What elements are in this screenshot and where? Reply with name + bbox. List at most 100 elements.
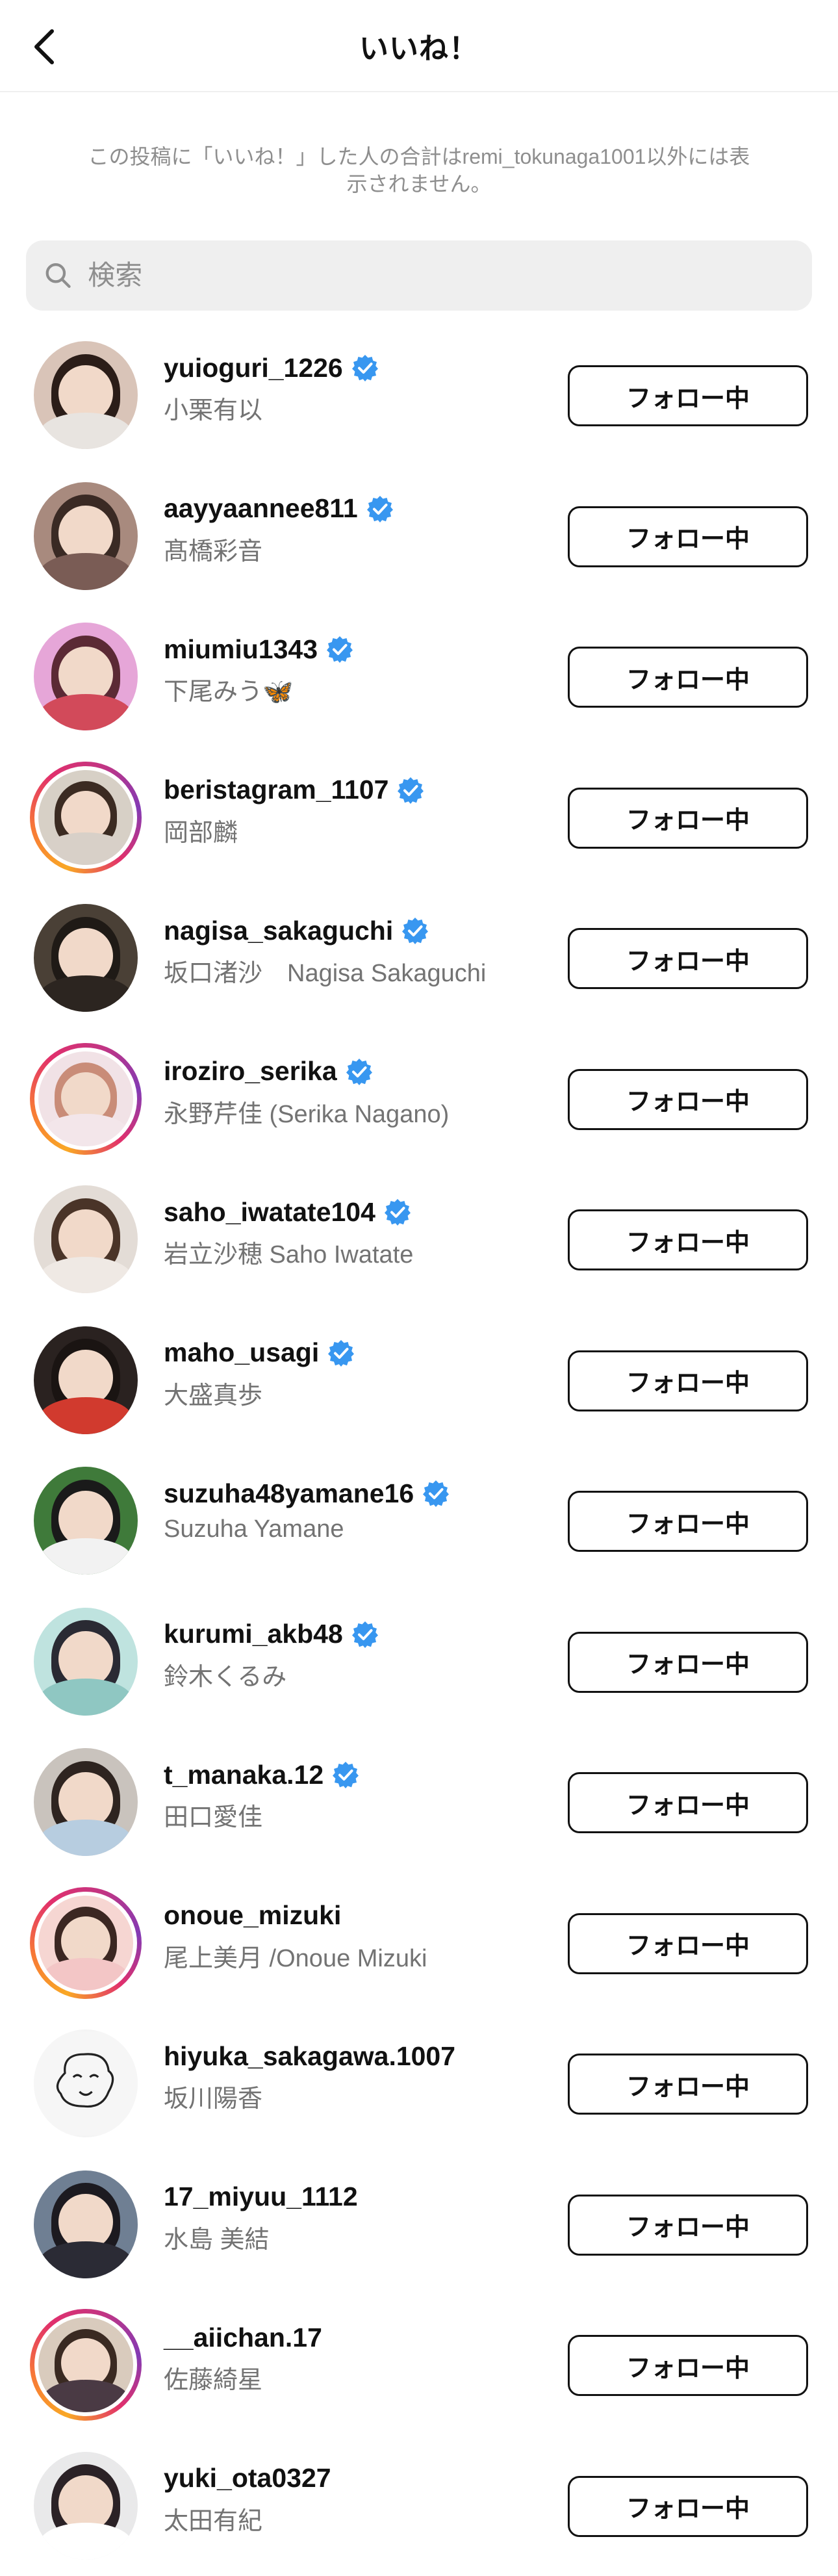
username[interactable]: 17_miyuu_1112 bbox=[164, 2182, 358, 2212]
profile-photo bbox=[34, 1185, 138, 1293]
profile-photo bbox=[34, 2029, 138, 2137]
user-row[interactable]: kurumi_akb48 鈴木くるみ フォロー中 bbox=[0, 1591, 838, 1732]
following-button[interactable]: フォロー中 bbox=[568, 1632, 808, 1693]
username[interactable]: onoue_mizuki bbox=[164, 1900, 341, 1931]
following-button[interactable]: フォロー中 bbox=[568, 365, 808, 426]
following-button[interactable]: フォロー中 bbox=[568, 788, 808, 849]
avatar[interactable] bbox=[30, 1606, 142, 1718]
profile-photo bbox=[34, 482, 138, 590]
avatar[interactable] bbox=[30, 902, 142, 1014]
username[interactable]: maho_usagi bbox=[164, 1337, 319, 1368]
user-info: onoue_mizuki尾上美月 /Onoue Mizuki bbox=[164, 1896, 427, 1974]
user-row[interactable]: maho_usagi大盛真歩フォロー中 bbox=[0, 1310, 838, 1451]
user-row[interactable]: aayyaannee811髙橋彩音フォロー中 bbox=[0, 466, 838, 607]
following-button[interactable]: フォロー中 bbox=[568, 647, 808, 708]
search-bar[interactable] bbox=[26, 240, 812, 311]
following-button[interactable]: フォロー中 bbox=[568, 2195, 808, 2256]
top-bar: いいね！ bbox=[0, 0, 838, 92]
following-button[interactable]: フォロー中 bbox=[568, 1350, 808, 1411]
avatar[interactable] bbox=[30, 339, 142, 451]
user-row[interactable]: __aiichan.17佐藤綺星 フォロー中 bbox=[0, 2295, 838, 2436]
user-row[interactable]: saho_iwatate104 岩立沙穂 Saho Iwatate フォロー中 bbox=[0, 1169, 838, 1310]
profile-photo bbox=[34, 1608, 138, 1716]
search-icon bbox=[44, 261, 72, 290]
username[interactable]: saho_iwatate104 bbox=[164, 1197, 375, 1228]
avatar[interactable] bbox=[30, 2450, 142, 2562]
user-info: miumiu1343下尾みう🦋 bbox=[164, 630, 354, 707]
avatar[interactable] bbox=[30, 762, 142, 873]
following-button[interactable]: フォロー中 bbox=[568, 1209, 808, 1270]
full-name: 坂川陽香 bbox=[164, 2078, 455, 2114]
user-row[interactable]: iroziro_serika 永野芹佳 (Serika Nagano) フォロー中 bbox=[0, 1029, 838, 1170]
username[interactable]: yuioguri_1226 bbox=[164, 353, 343, 383]
visibility-notice: この投稿に「いいね！」した人の合計はremi_tokunaga1001以外には表… bbox=[88, 143, 750, 198]
user-info: __aiichan.17佐藤綺星 bbox=[164, 2318, 322, 2395]
liked-users-list: yuioguri_1226小栗有以フォロー中aayyaannee811髙橋彩音フ… bbox=[0, 325, 838, 2576]
avatar[interactable] bbox=[30, 1887, 142, 1999]
full-name: 坂口渚沙 Nagisa Sakaguchi bbox=[164, 953, 486, 988]
following-button[interactable]: フォロー中 bbox=[568, 2476, 808, 2537]
chevron-left-icon bbox=[31, 29, 57, 65]
full-name: 岡部麟 bbox=[164, 812, 425, 848]
username[interactable]: beristagram_1107 bbox=[164, 775, 388, 805]
avatar[interactable] bbox=[30, 1465, 142, 1577]
avatar[interactable] bbox=[30, 1043, 142, 1155]
search-input[interactable] bbox=[86, 259, 794, 292]
full-name: 岩立沙穂 Saho Iwatate bbox=[164, 1234, 413, 1270]
profile-photo bbox=[38, 2317, 133, 2412]
following-button[interactable]: フォロー中 bbox=[568, 506, 808, 567]
avatar[interactable] bbox=[30, 621, 142, 732]
user-row[interactable]: 17_miyuu_1112 水島 美結 フォロー中 bbox=[0, 2154, 838, 2295]
following-button[interactable]: フォロー中 bbox=[568, 2335, 808, 2396]
username[interactable]: aayyaannee811 bbox=[164, 493, 358, 524]
user-row[interactable]: yuki_ota0327 太田有紀 フォロー中 bbox=[0, 2436, 838, 2576]
username[interactable]: yuki_ota0327 bbox=[164, 2463, 331, 2493]
avatar[interactable] bbox=[30, 2028, 142, 2139]
verified-badge-icon bbox=[383, 1198, 412, 1226]
username[interactable]: kurumi_akb48 bbox=[164, 1619, 343, 1649]
profile-photo bbox=[34, 341, 138, 449]
user-row[interactable]: hiyuka_sakagawa.1007 坂川陽香 フォロー中 bbox=[0, 2013, 838, 2154]
full-name: 永野芹佳 (Serika Nagano) bbox=[164, 1094, 449, 1129]
verified-badge-icon bbox=[327, 1339, 355, 1367]
following-button[interactable]: フォロー中 bbox=[568, 1772, 808, 1833]
verified-badge-icon bbox=[401, 916, 429, 945]
profile-photo bbox=[34, 2170, 138, 2278]
verified-badge-icon bbox=[351, 354, 379, 382]
username[interactable]: iroziro_serika bbox=[164, 1056, 337, 1087]
full-name: 太田有紀 bbox=[164, 2501, 331, 2536]
avatar[interactable] bbox=[30, 2309, 142, 2421]
username[interactable]: nagisa_sakaguchi bbox=[164, 916, 393, 946]
avatar[interactable] bbox=[30, 2169, 142, 2280]
user-row[interactable]: beristagram_1107 岡部麟 フォロー中 bbox=[0, 747, 838, 888]
full-name: 水島 美結 bbox=[164, 2219, 358, 2255]
user-row[interactable]: t_manaka.12田口愛佳フォロー中 bbox=[0, 1732, 838, 1873]
user-row[interactable]: miumiu1343下尾みう🦋 フォロー中 bbox=[0, 606, 838, 747]
profile-photo bbox=[38, 770, 133, 865]
profile-photo bbox=[38, 1051, 133, 1146]
full-name: 鈴木くるみ bbox=[164, 1656, 379, 1692]
following-button[interactable]: フォロー中 bbox=[568, 1069, 808, 1130]
profile-photo bbox=[34, 1748, 138, 1856]
back-button[interactable] bbox=[25, 27, 64, 66]
username[interactable]: t_manaka.12 bbox=[164, 1760, 324, 1790]
avatar[interactable] bbox=[30, 1324, 142, 1436]
username[interactable]: __aiichan.17 bbox=[164, 2323, 322, 2353]
username[interactable]: hiyuka_sakagawa.1007 bbox=[164, 2041, 455, 2072]
avatar[interactable] bbox=[30, 1746, 142, 1858]
following-button[interactable]: フォロー中 bbox=[568, 2054, 808, 2115]
user-row[interactable]: onoue_mizuki尾上美月 /Onoue Mizuki フォロー中 bbox=[0, 1873, 838, 2014]
following-button[interactable]: フォロー中 bbox=[568, 1913, 808, 1974]
profile-photo bbox=[34, 2452, 138, 2560]
avatar[interactable] bbox=[30, 1183, 142, 1295]
user-row[interactable]: yuioguri_1226 小栗有以 フォロー中 bbox=[0, 325, 838, 466]
username[interactable]: miumiu1343 bbox=[164, 634, 318, 665]
full-name: 小栗有以 bbox=[164, 390, 379, 426]
avatar[interactable] bbox=[30, 480, 142, 592]
user-row[interactable]: suzuha48yamane16Suzuha Yamaneフォロー中 bbox=[0, 1450, 838, 1591]
following-button[interactable]: フォロー中 bbox=[568, 1491, 808, 1552]
profile-photo bbox=[34, 1326, 138, 1434]
username[interactable]: suzuha48yamane16 bbox=[164, 1478, 414, 1509]
user-row[interactable]: nagisa_sakaguchi 坂口渚沙 Nagisa Sakaguchi フォロ… bbox=[0, 888, 838, 1029]
following-button[interactable]: フォロー中 bbox=[568, 928, 808, 989]
